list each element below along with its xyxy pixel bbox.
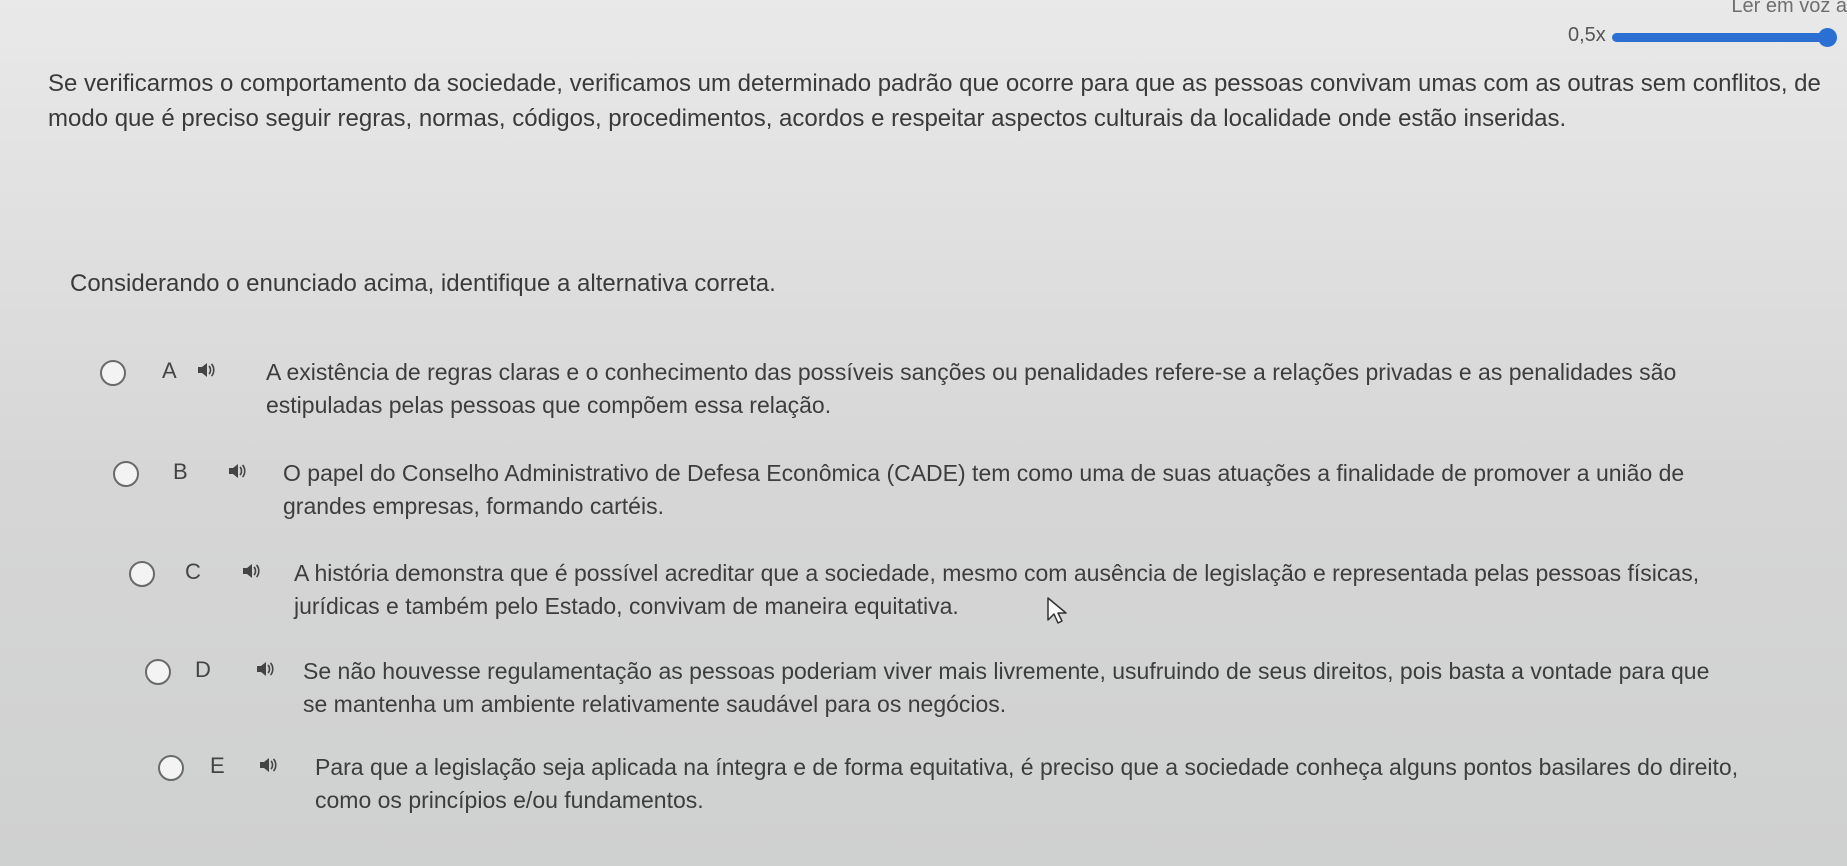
read-aloud-button[interactable]: Ler em voz a [1657,0,1847,16]
option-text: Se não houvesse regulamentação as pessoa… [303,658,1710,717]
radio-button-b[interactable] [113,461,139,487]
speed-slider-handle[interactable] [1818,28,1837,47]
question-prompt: Considerando o enunciado acima, identifi… [70,270,776,297]
option-text: A existência de regras claras e o conhec… [266,359,1677,418]
speaker-icon[interactable] [255,659,275,679]
speaker-icon[interactable] [196,360,216,380]
speaker-icon[interactable] [258,755,278,775]
question-statement: Se verificarmos o comportamento da socie… [48,70,1821,132]
speed-label: 0,5x [1568,24,1606,46]
mouse-pointer-icon [1047,597,1067,624]
option-letter: C [185,559,201,584]
option-letter: A [162,358,177,383]
speaker-icon[interactable] [241,561,261,581]
option-letter: D [195,657,211,682]
option-letter: E [210,753,225,778]
radio-button-a[interactable] [100,360,126,386]
speed-slider-track[interactable] [1612,33,1830,42]
radio-button-d[interactable] [145,659,171,685]
option-text: A história demonstra que é possível acre… [294,560,1700,619]
option-text: O papel do Conselho Administrativo de De… [283,460,1685,519]
read-aloud-label: Ler em voz a [1731,0,1847,16]
option-letter: B [173,459,188,484]
radio-button-c[interactable] [129,561,155,587]
option-text: Para que a legislação seja aplicada na í… [315,754,1739,813]
speaker-icon[interactable] [227,461,247,481]
radio-button-e[interactable] [158,755,184,781]
